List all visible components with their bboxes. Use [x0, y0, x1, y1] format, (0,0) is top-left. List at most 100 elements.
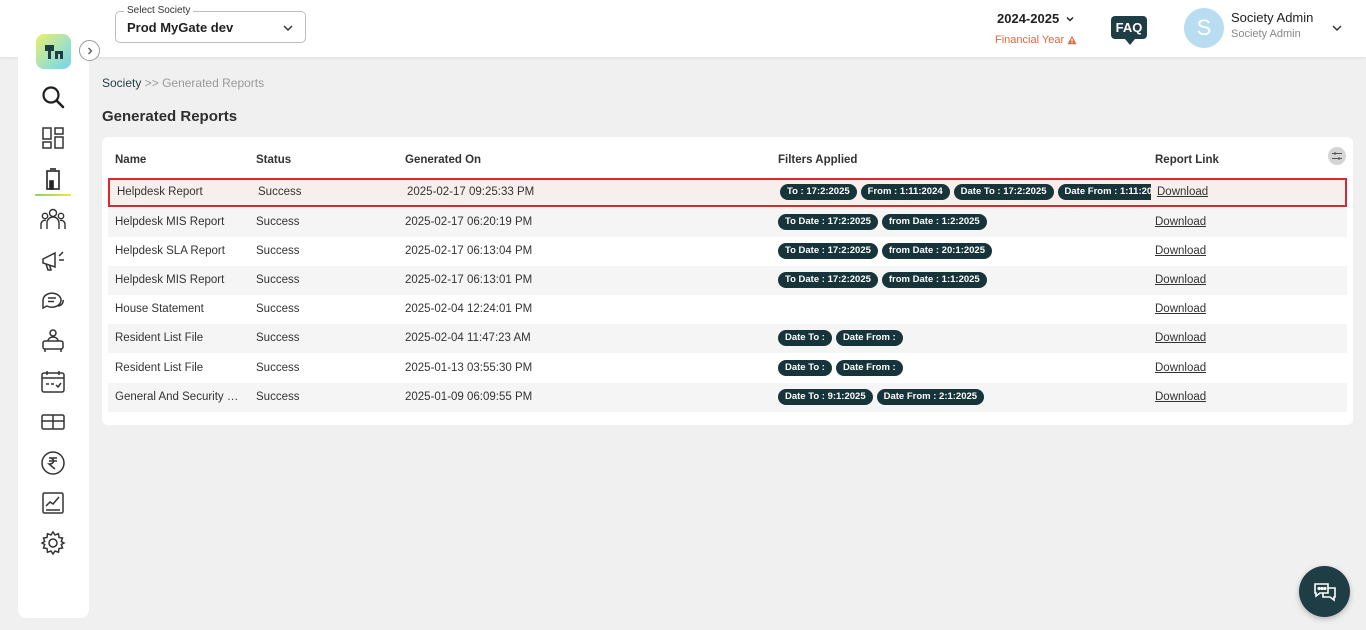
page-title: Generated Reports [102, 108, 238, 125]
filter-chip: from Date : 1:1:2025 [881, 272, 987, 288]
download-link[interactable]: Download [1155, 245, 1206, 257]
filter-chip: from Date : 1:2:2025 [881, 214, 987, 230]
filter-chip: from Date : 20:1:2025 [881, 243, 992, 259]
society-select-value: Prod MyGate dev [127, 20, 234, 35]
user-name: Society Admin [1231, 10, 1314, 25]
report-generated-on: 2025-02-17 06:13:01 PM [405, 274, 533, 286]
report-filters: Date To : Date From : [778, 330, 1149, 346]
download-link[interactable]: Download [1155, 332, 1206, 344]
filter-chip: Date From : 1:11:2024 [1057, 184, 1151, 200]
announcement-icon[interactable] [39, 246, 67, 274]
filter-chip: Date To : 9:1:2025 [778, 389, 873, 405]
column-header-name: Name [115, 154, 147, 166]
assets-icon[interactable] [39, 408, 67, 436]
column-header-status: Status [256, 154, 292, 166]
filter-chip: Date From : [835, 360, 903, 376]
calendar-icon[interactable] [39, 368, 67, 396]
report-name: Helpdesk MIS Report [115, 216, 225, 228]
financial-year-value: 2024-2025 [997, 11, 1060, 26]
sidebar [18, 15, 89, 618]
download-link[interactable]: Download [1155, 303, 1206, 315]
table-row: Resident List File Success 2025-02-04 11:4… [108, 324, 1347, 353]
financial-year-label: Financial Year [995, 34, 1065, 46]
breadcrumb: Society >> Generated Reports [102, 76, 264, 90]
support-chat-button[interactable] [1299, 566, 1350, 617]
filter-chip: From : 1:11:2024 [860, 184, 950, 200]
column-settings-button[interactable] [1328, 147, 1346, 165]
user-menu-chevron-icon[interactable] [1330, 21, 1344, 35]
society-select[interactable]: Select Society Prod MyGate dev [115, 5, 306, 43]
filter-chip: To : 17:2:2025 [780, 184, 857, 200]
download-link[interactable]: Download [1155, 391, 1206, 403]
logo-icon [44, 44, 63, 59]
top-header: Select Society Prod MyGate dev 2024-2025… [0, 0, 1366, 57]
download-link[interactable]: Download [1155, 274, 1206, 286]
breadcrumb-separator: >> [144, 76, 159, 90]
report-generated-on: 2025-02-17 06:20:19 PM [405, 216, 533, 228]
breadcrumb-society-link[interactable]: Society [102, 76, 141, 90]
report-filters: Date To : Date From : [778, 360, 1149, 376]
faq-button[interactable]: FAQ [1111, 16, 1147, 45]
report-status: Success [256, 274, 300, 286]
filter-chip: Date From : [835, 330, 903, 346]
table-row: House Statement Success 2025-02-04 12:24:0… [108, 295, 1347, 324]
dashboard-icon[interactable] [39, 124, 67, 152]
report-status: Success [256, 245, 300, 257]
filter-chip: Date To : [778, 360, 832, 376]
report-name: Resident List File [115, 362, 204, 374]
filter-chip: To Date : 17:2:2025 [778, 243, 878, 259]
visitor-icon[interactable] [39, 327, 67, 355]
reports-table: Name Status Generated On Filters Applied… [102, 137, 1353, 425]
building-icon[interactable] [35, 165, 71, 196]
column-header-filters: Filters Applied [778, 154, 858, 166]
report-name: General And Security M... [115, 391, 246, 403]
report-generated-on: 2025-01-13 03:55:30 PM [405, 362, 533, 374]
report-name: Helpdesk Report [117, 186, 203, 198]
report-status: Success [256, 391, 300, 403]
download-link[interactable]: Download [1157, 186, 1208, 198]
filter-chip: To Date : 17:2:2025 [778, 272, 878, 288]
financial-year-selector[interactable]: 2024-2025 Financial Year [990, 11, 1085, 46]
report-name: Resident List File [115, 332, 204, 344]
report-chart-icon[interactable] [39, 489, 67, 517]
search-icon[interactable] [39, 83, 67, 111]
app-logo[interactable] [36, 34, 71, 69]
user-role: Society Admin [1231, 28, 1301, 40]
warning-icon [1067, 35, 1077, 45]
report-status: Success [256, 362, 300, 374]
download-link[interactable]: Download [1155, 216, 1206, 228]
report-name: House Statement [115, 303, 204, 315]
report-generated-on: 2025-02-04 12:24:01 PM [405, 303, 533, 315]
settings-icon[interactable] [39, 529, 67, 557]
report-filters: Date To : 9:1:2025 Date From : 2:1:2025 [778, 389, 1149, 405]
filter-chip: Date To : [778, 330, 832, 346]
report-status: Success [256, 303, 300, 315]
table-row: Helpdesk SLA Report Success 2025-02-17 06:… [108, 237, 1347, 266]
sidebar-toggle-button[interactable] [79, 40, 100, 61]
table-row: Helpdesk MIS Report Success 2025-02-17 06:… [108, 208, 1347, 237]
report-status: Success [258, 186, 302, 198]
sliders-icon [1332, 152, 1342, 160]
filter-chip: Date To : 17:2:2025 [953, 184, 1054, 200]
breadcrumb-current: Generated Reports [162, 76, 265, 90]
report-generated-on: 2025-01-09 06:09:55 PM [405, 391, 533, 403]
column-header-generated-on: Generated On [405, 154, 482, 166]
chat-bubbles-icon [1313, 582, 1336, 602]
report-filters: To Date : 17:2:2025 from Date : 1:1:2025 [778, 272, 1149, 288]
filter-chip: Date From : 2:1:2025 [876, 389, 985, 405]
report-generated-on: 2025-02-17 06:13:04 PM [405, 245, 533, 257]
chat-icon[interactable] [39, 287, 67, 315]
filter-chip: To Date : 17:2:2025 [778, 214, 878, 230]
report-generated-on: 2025-02-04 11:47:23 AM [405, 332, 531, 344]
avatar[interactable]: S [1184, 8, 1224, 48]
download-link[interactable]: Download [1155, 362, 1206, 374]
rupee-icon[interactable] [39, 449, 67, 477]
society-select-label: Select Society [124, 5, 194, 17]
table-row: Helpdesk Report Success 2025-02-17 09:25:3… [108, 178, 1347, 207]
report-status: Success [256, 332, 300, 344]
report-status: Success [256, 216, 300, 228]
report-name: Helpdesk MIS Report [115, 274, 225, 286]
report-filters: To Date : 17:2:2025 from Date : 1:2:2025 [778, 214, 1149, 230]
community-icon[interactable] [39, 205, 67, 233]
chevron-down-icon [283, 25, 293, 32]
